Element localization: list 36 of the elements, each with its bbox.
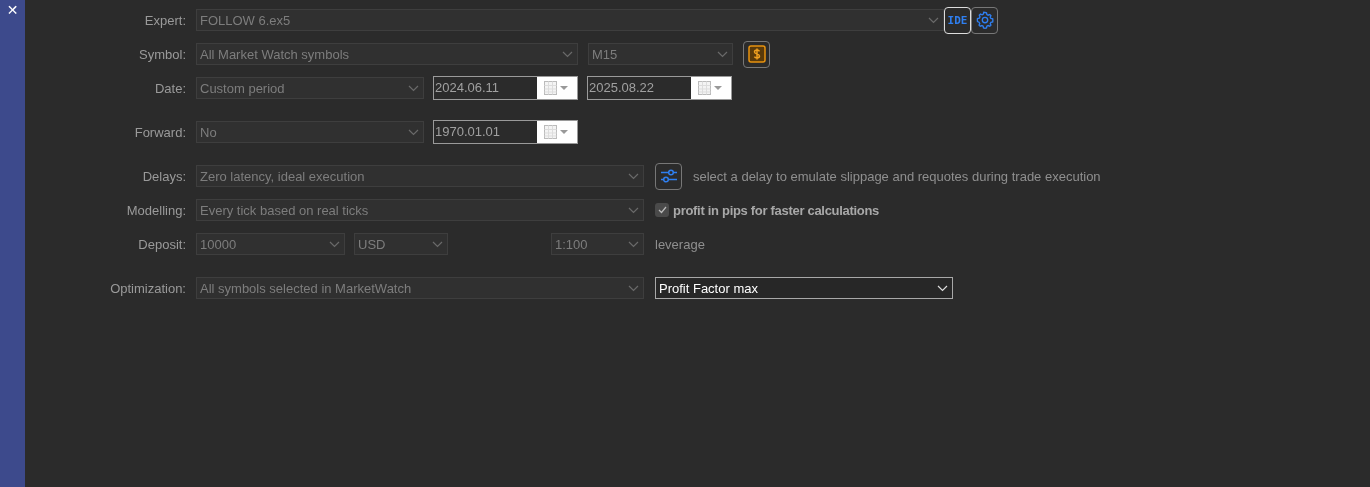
field-label: Modelling: [125, 202, 186, 218]
chevron-icon [628, 206, 639, 214]
chevron-icon [408, 128, 419, 136]
chevron-icon [329, 240, 340, 248]
chevron-icon [432, 240, 443, 248]
chevron-icon [628, 240, 639, 248]
dollar-icon [747, 45, 766, 63]
field-label: Date: [153, 80, 186, 96]
date-field[interactable]: 2025.08.22 [587, 76, 732, 100]
hint-text: leverage [655, 236, 705, 252]
currency-button[interactable] [743, 40, 770, 68]
checkbox[interactable] [655, 203, 669, 217]
chevron-icon [408, 84, 419, 92]
field-label: Optimization: [109, 280, 186, 296]
chevron-icon [628, 172, 639, 180]
checkbox-label: profit in pips for faster calculations [673, 202, 880, 218]
field-label: Forward: [133, 124, 186, 140]
chevron-icon [717, 50, 728, 58]
delay-settings-button[interactable] [655, 162, 682, 190]
chevron-icon [562, 50, 573, 58]
settings-icon [975, 11, 994, 29]
chevron-icon [928, 16, 939, 24]
field-label: Symbol: [138, 46, 186, 62]
field-label: Deposit: [137, 236, 186, 252]
dropdown[interactable]: Profit Factor max [655, 277, 953, 299]
close-button[interactable]: ✕ [6, 2, 19, 18]
field-label: Expert: [143, 12, 186, 28]
date-field[interactable]: 2024.06.11 [433, 76, 578, 100]
chevron-icon [937, 284, 948, 292]
hint-text: select a delay to emulate slippage and requotes during trade execution [693, 168, 1101, 184]
ide-button[interactable]: IDE [944, 6, 971, 34]
chevron-icon [628, 284, 639, 292]
settings-button[interactable] [971, 6, 998, 34]
sliders-icon [659, 168, 678, 184]
date-field[interactable]: 1970.01.01 [433, 120, 578, 144]
field-label: Delays: [141, 168, 186, 184]
